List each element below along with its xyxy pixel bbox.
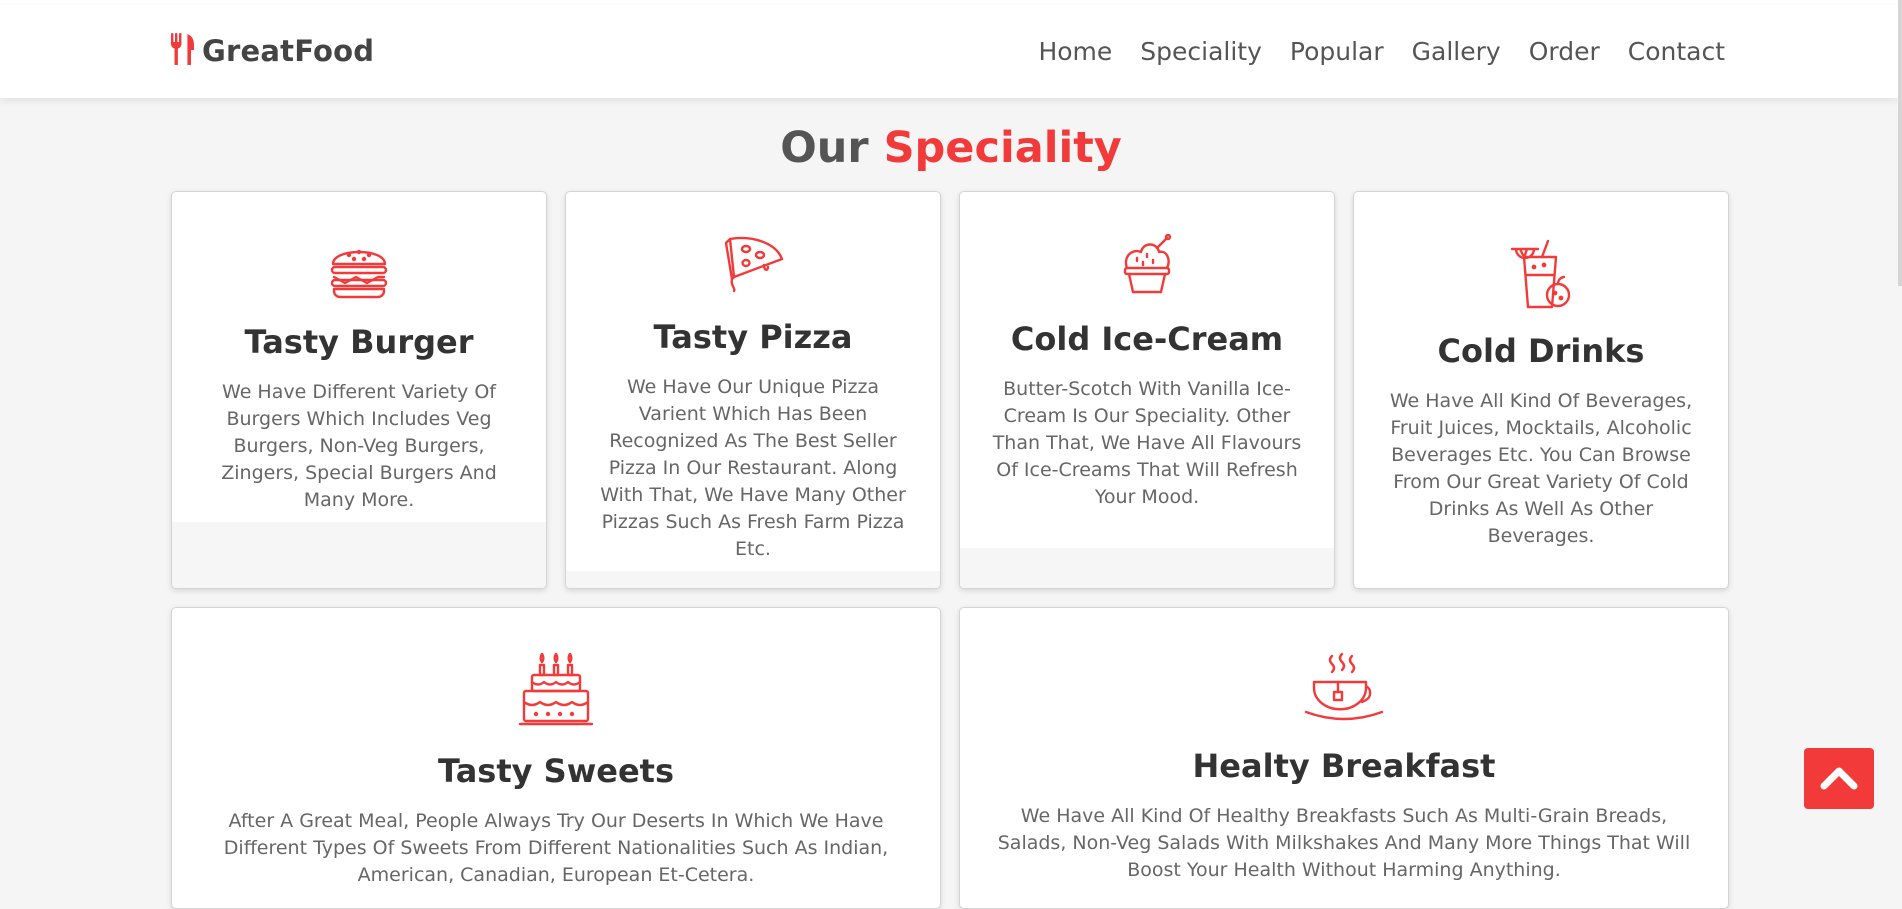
speciality-card-drinks: Cold Drinks We Have All Kind Of Beverage… (1353, 191, 1729, 589)
card-title: Tasty Burger (244, 323, 474, 361)
card-footer-band (960, 548, 1334, 588)
pizza-icon (566, 233, 940, 297)
section-title-prefix: Our (780, 123, 869, 173)
card-title: Cold Ice-Cream (1010, 320, 1284, 358)
card-title: Tasty Pizza (653, 318, 853, 356)
nav-speciality[interactable]: Speciality (1140, 37, 1262, 66)
scroll-to-top-button[interactable] (1804, 748, 1874, 809)
speciality-card-breakfast: Healty Breakfast We Have All Kind Of Hea… (959, 607, 1729, 909)
coffee-cup-icon (960, 652, 1728, 728)
card-footer-band (172, 522, 546, 588)
nav-gallery[interactable]: Gallery (1412, 37, 1501, 66)
card-description: We Have Our Unique Pizza Varient Which H… (600, 376, 906, 560)
card-description: Butter-Scotch With Vanilla Ice-Cream Is … (992, 378, 1302, 508)
ice-cream-icon (960, 233, 1334, 300)
nav-home[interactable]: Home (1038, 37, 1112, 66)
nav-order[interactable]: Order (1529, 37, 1600, 66)
card-description: We Have All Kind Of Healthy Breakfasts S… (997, 805, 1691, 881)
cake-icon (172, 652, 940, 732)
card-description: We Have All Kind Of Beverages, Fruit Jui… (1389, 390, 1693, 547)
main-nav: Home Speciality Popular Gallery Order Co… (1038, 37, 1725, 66)
card-description: After A Great Meal, People Always Try Ou… (223, 810, 889, 886)
drink-icon (1354, 237, 1728, 315)
card-title: Tasty Sweets (438, 752, 674, 790)
chevron-up-icon (1820, 764, 1858, 794)
card-title: Healty Breakfast (1192, 747, 1496, 785)
nav-contact[interactable]: Contact (1628, 37, 1725, 66)
speciality-card-sweets: Tasty Sweets After A Great Meal, People … (171, 607, 941, 909)
speciality-card-burger: Tasty Burger We Have Different Variety O… (171, 191, 547, 589)
card-footer-band (566, 571, 940, 588)
section-title-accent: Speciality (883, 123, 1122, 173)
section-title: Our Speciality (0, 122, 1902, 174)
speciality-card-ice-cream: Cold Ice-Cream Butter-Scotch With Vanill… (959, 191, 1335, 589)
burger-icon (172, 236, 546, 304)
nav-popular[interactable]: Popular (1290, 37, 1384, 66)
navbar: GreatFood Home Speciality Popular Galler… (0, 5, 1898, 98)
brand-logo[interactable]: GreatFood (170, 33, 374, 69)
card-title: Cold Drinks (1437, 332, 1645, 370)
card-description: We Have Different Variety Of Burgers Whi… (221, 381, 497, 511)
speciality-card-pizza: Tasty Pizza We Have Our Unique Pizza Var… (565, 191, 941, 589)
brand-name: GreatFood (202, 34, 375, 68)
fork-knife-icon (170, 33, 196, 69)
